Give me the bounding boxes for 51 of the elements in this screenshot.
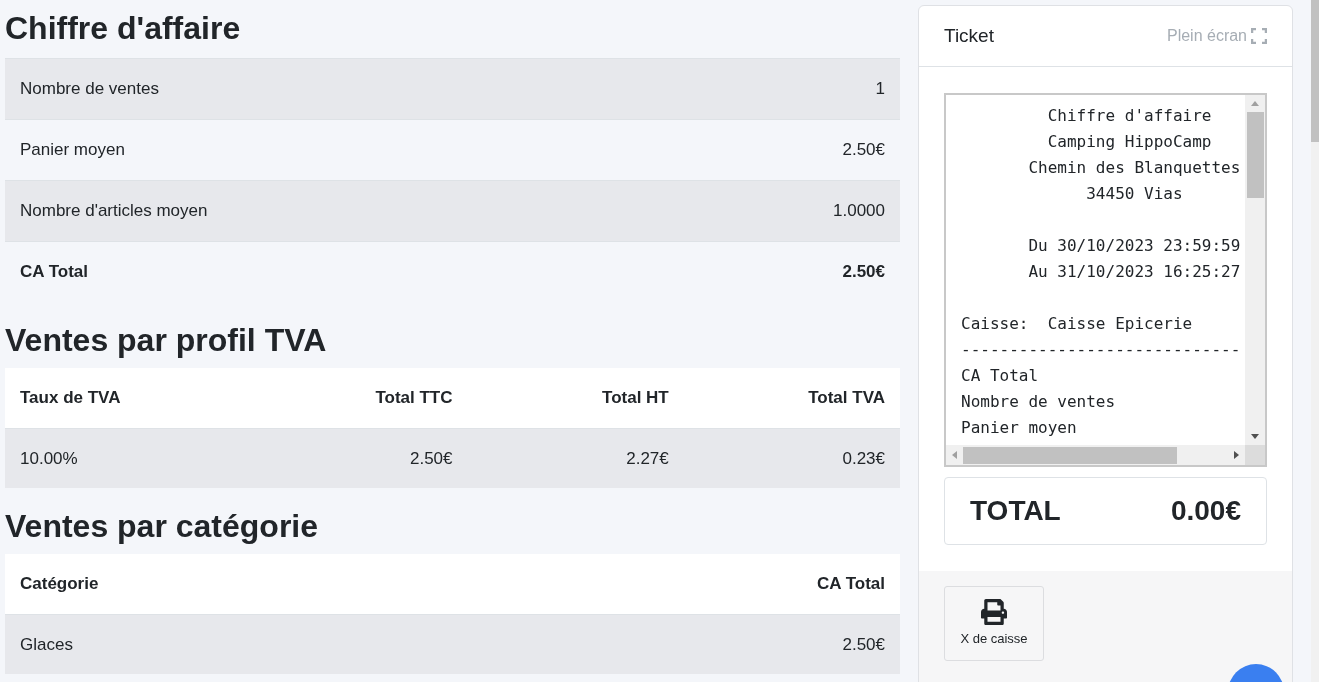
stat-label: CA Total [20, 261, 88, 284]
card-title: Ticket [944, 23, 994, 48]
stat-value: 1.0000 [833, 200, 885, 223]
receipt-line: Du 30/10/2023 23:59:59 [1027, 236, 1241, 255]
table-cell: 2.50€ [842, 634, 885, 654]
up-arrow-icon [1251, 101, 1259, 106]
receipt-line: Au 31/10/2023 16:25:27 [1027, 262, 1241, 281]
print-report-button[interactable]: X de caisse [944, 586, 1044, 661]
section-heading: Ventes par profil TVA [5, 321, 328, 360]
printer-icon [981, 598, 1007, 625]
total-label: TOTAL [970, 494, 1061, 528]
expand-icon [1251, 28, 1267, 44]
stat-label: Nombre de ventes [20, 78, 159, 101]
receipt-line: CA Total [961, 366, 1039, 385]
receipt-line: Chemin des Blanquettes [1027, 158, 1241, 177]
receipt-line: ----------------------------- [961, 340, 1241, 359]
scrollbar-thumb[interactable] [1246, 112, 1264, 198]
vertical-scrollbar[interactable] [1245, 95, 1265, 445]
scrollbar-corner [1245, 445, 1265, 465]
column-header: CA Total [817, 574, 885, 594]
receipt-line: Panier moyen [961, 418, 1077, 437]
stat-value: 2.50€ [842, 261, 885, 284]
section-heading: Chiffre d'affaire [5, 9, 242, 48]
horizontal-scrollbar[interactable] [946, 445, 1245, 465]
table-cell: 10.00% [20, 448, 78, 468]
page-scrollbar[interactable] [1311, 0, 1319, 682]
receipt-line: Caisse: Caisse Epicerie [961, 314, 1193, 333]
table-cell: Glaces [20, 634, 73, 654]
column-header: Total HT [602, 388, 669, 408]
down-arrow-icon [1251, 434, 1259, 439]
stat-label: Panier moyen [20, 139, 125, 162]
column-header: Total TVA [808, 388, 885, 408]
section-heading: Ventes par catégorie [5, 507, 320, 546]
column-header: Taux de TVA [20, 388, 121, 408]
stat-label: Nombre d'articles moyen [20, 200, 208, 223]
stat-value: 1 [875, 78, 885, 101]
table-cell: 2.27€ [626, 448, 669, 468]
receipt-line: Chiffre d'affaire [1046, 106, 1212, 125]
scrollbar-thumb[interactable] [963, 446, 1177, 464]
table-cell: 2.50€ [409, 448, 453, 468]
column-header: Catégorie [20, 574, 99, 594]
column-header: Total TTC [375, 388, 453, 408]
right-arrow-icon [1234, 451, 1239, 459]
receipt-line: Nombre de ventes [961, 392, 1116, 411]
total-value: 0.00€ [1170, 494, 1241, 528]
left-arrow-icon [952, 451, 957, 459]
receipt-line: 34450 Vias [1085, 184, 1183, 203]
scrollbar-thumb[interactable] [1311, 0, 1319, 142]
receipt-line: Camping HippoCamp [1046, 132, 1212, 151]
table-cell: 0.23€ [842, 448, 885, 468]
stat-value: 2.50€ [842, 139, 885, 162]
